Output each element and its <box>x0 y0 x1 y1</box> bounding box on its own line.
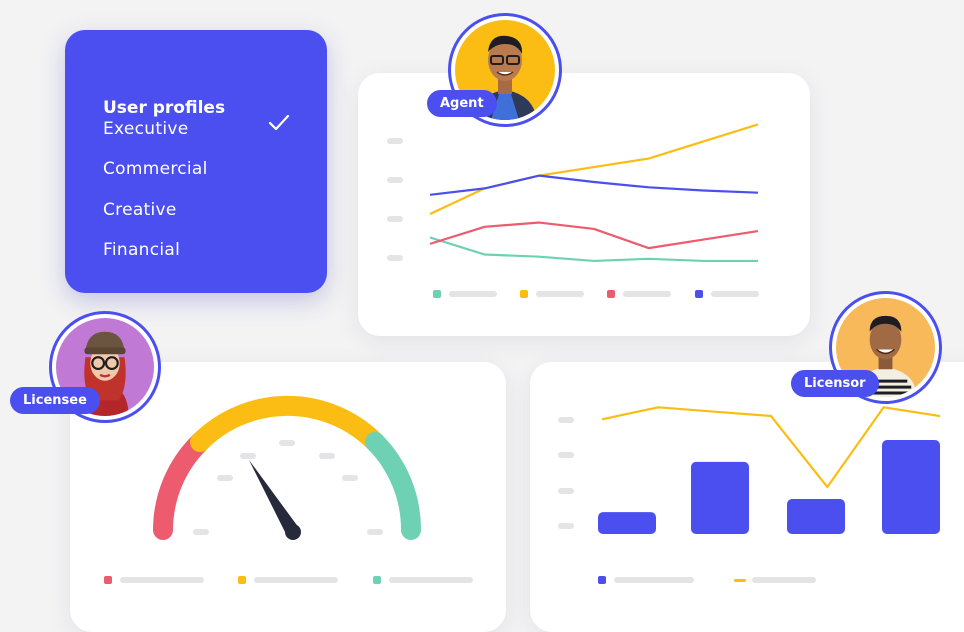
legend <box>433 290 759 298</box>
bar-4 <box>882 440 940 534</box>
bar-line-chart <box>558 406 941 584</box>
line-chart <box>387 123 759 298</box>
gauge-segment-red <box>153 432 210 540</box>
legend-label-placeholder <box>254 577 338 583</box>
licensee-badge: Licensee <box>10 387 100 414</box>
gauge-segment-yellow <box>190 395 385 452</box>
y-tick-placeholder <box>558 488 574 494</box>
legend-label-placeholder <box>711 291 759 297</box>
y-tick-placeholder <box>387 177 403 183</box>
profile-item-executive[interactable]: Executive <box>103 119 188 139</box>
series-line-red <box>429 221 759 250</box>
legend-swatch-red <box>607 290 615 298</box>
legend-label-placeholder <box>614 577 694 583</box>
gauge-segment-green <box>365 432 422 540</box>
legend-label-placeholder <box>752 577 816 583</box>
line-chart-card <box>358 73 810 336</box>
check-icon <box>268 114 290 131</box>
profile-item-commercial[interactable]: Commercial <box>103 159 208 179</box>
legend-swatch-yellow <box>520 290 528 298</box>
legend-swatch-blue <box>598 576 606 584</box>
y-tick-placeholder <box>387 138 403 144</box>
y-tick-placeholder <box>558 523 574 529</box>
bar-chart-card <box>530 362 964 632</box>
legend-label-placeholder <box>449 291 497 297</box>
user-profiles-panel: User profiles Executive Commercial Creat… <box>65 30 327 293</box>
bar-2 <box>691 461 749 534</box>
series-line-green <box>429 236 758 263</box>
bar-3 <box>787 499 845 534</box>
legend-label-placeholder <box>120 577 204 583</box>
y-tick-placeholder <box>558 417 574 423</box>
legend-label-placeholder <box>623 291 671 297</box>
legend-label-placeholder <box>389 577 473 583</box>
legend-swatch-yellow-line <box>734 579 746 582</box>
legend-swatch-blue <box>695 290 703 298</box>
bar-1 <box>598 512 656 534</box>
legend <box>598 576 816 584</box>
profile-item-creative[interactable]: Creative <box>103 200 177 220</box>
gauge-needle-hub <box>285 524 301 540</box>
legend-swatch-green <box>433 290 441 298</box>
agent-badge: Agent <box>427 90 497 117</box>
licensor-badge: Licensor <box>791 370 879 397</box>
legend-label-placeholder <box>536 291 584 297</box>
legend-swatch-green <box>373 576 381 584</box>
legend-swatch-yellow <box>238 576 246 584</box>
legend <box>104 576 473 584</box>
profile-item-financial[interactable]: Financial <box>103 240 180 260</box>
user-profiles-title: User profiles <box>103 98 226 118</box>
y-tick-placeholder <box>558 452 574 458</box>
series-line-yellow <box>429 123 759 215</box>
y-tick-placeholder <box>387 216 403 222</box>
legend-swatch-red <box>104 576 112 584</box>
y-tick-placeholder <box>387 255 403 261</box>
